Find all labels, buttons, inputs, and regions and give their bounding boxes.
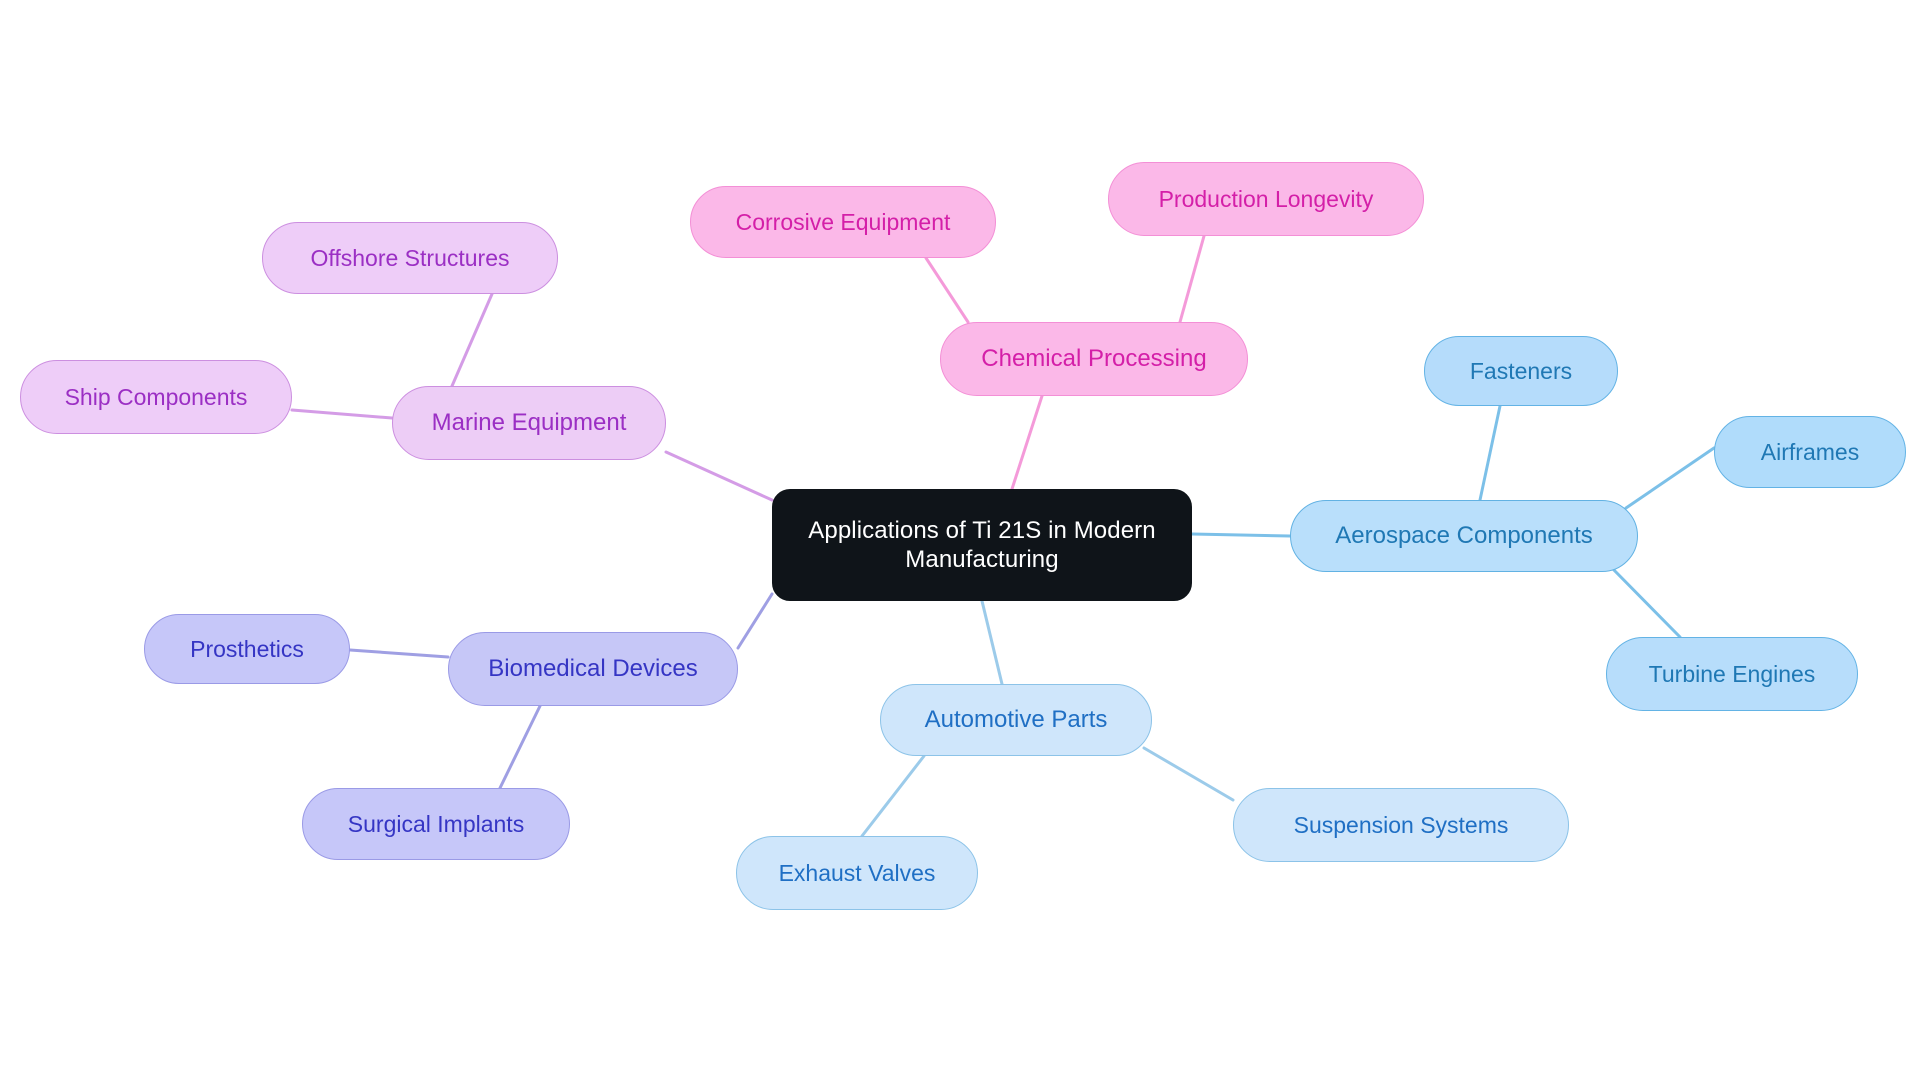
edge-chemical-corrosive [924, 256, 970, 324]
edge-marine-ship [290, 408, 394, 420]
edge-aerospace-fasteners [1478, 404, 1502, 502]
mindmap-node-label-marine: Marine Equipment [431, 409, 627, 437]
mindmap-node-label-exhaust-valves: Exhaust Valves [778, 859, 936, 886]
edge-root-biomedical [736, 592, 774, 650]
mindmap-node-label-offshore-structures: Offshore Structures [310, 244, 510, 271]
edge-automotive-suspension [1142, 746, 1235, 802]
mindmap-node-aerospace[interactable]: Aerospace Components [1290, 500, 1638, 572]
mindmap-node-production-longevity[interactable]: Production Longevity [1108, 162, 1424, 236]
mindmap-node-label-fasteners: Fasteners [1469, 357, 1573, 384]
edge-automotive-exhaust [860, 754, 926, 838]
mindmap-node-ship-components[interactable]: Ship Components [20, 360, 292, 434]
mindmap-node-biomedical[interactable]: Biomedical Devices [448, 632, 738, 706]
edge-root-chemical [1010, 394, 1044, 491]
mindmap-node-fasteners[interactable]: Fasteners [1424, 336, 1618, 406]
edge-root-marine [664, 450, 774, 502]
mindmap-canvas: Applications of Ti 21S in Modern Manufac… [0, 0, 1920, 1083]
mindmap-node-airframes[interactable]: Airframes [1714, 416, 1906, 488]
mindmap-node-marine[interactable]: Marine Equipment [392, 386, 666, 460]
mindmap-node-label-corrosive-equipment: Corrosive Equipment [735, 208, 951, 235]
edge-aerospace-airframes [1624, 446, 1716, 510]
mindmap-node-corrosive-equipment[interactable]: Corrosive Equipment [690, 186, 996, 258]
mindmap-node-label-suspension-systems: Suspension Systems [1293, 811, 1509, 838]
mindmap-node-label-automotive: Automotive Parts [924, 706, 1108, 734]
edge-root-automotive [980, 599, 1004, 686]
edge-chemical-production [1178, 234, 1206, 324]
mindmap-node-label-turbine-engines: Turbine Engines [1648, 660, 1816, 687]
mindmap-node-label-aerospace: Aerospace Components [1335, 522, 1593, 550]
mindmap-node-label-biomedical: Biomedical Devices [488, 655, 698, 683]
edge-biomedical-surgical [498, 704, 542, 790]
mindmap-node-turbine-engines[interactable]: Turbine Engines [1606, 637, 1858, 711]
mindmap-node-offshore-structures[interactable]: Offshore Structures [262, 222, 558, 294]
mindmap-node-prosthetics[interactable]: Prosthetics [144, 614, 350, 684]
mindmap-node-automotive[interactable]: Automotive Parts [880, 684, 1152, 756]
mindmap-node-label-surgical-implants: Surgical Implants [347, 810, 525, 837]
mindmap-node-chemical[interactable]: Chemical Processing [940, 322, 1248, 396]
mindmap-node-label-production-longevity: Production Longevity [1158, 185, 1374, 212]
edge-biomedical-prosthetics [348, 648, 450, 659]
mindmap-node-label-prosthetics: Prosthetics [190, 635, 304, 662]
edge-marine-offshore [450, 292, 494, 388]
mindmap-node-exhaust-valves[interactable]: Exhaust Valves [736, 836, 978, 910]
mindmap-node-suspension-systems[interactable]: Suspension Systems [1233, 788, 1569, 862]
mindmap-node-surgical-implants[interactable]: Surgical Implants [302, 788, 570, 860]
mindmap-node-label-chemical: Chemical Processing [981, 345, 1207, 373]
edge-root-aerospace [1190, 532, 1292, 538]
mindmap-node-label-ship-components: Ship Components [64, 383, 248, 410]
edge-aerospace-turbine [1608, 564, 1682, 639]
mindmap-node-root[interactable]: Applications of Ti 21S in Modern Manufac… [772, 489, 1192, 601]
mindmap-node-label-root: Applications of Ti 21S in Modern Manufac… [808, 516, 1156, 573]
mindmap-node-label-airframes: Airframes [1760, 438, 1860, 465]
